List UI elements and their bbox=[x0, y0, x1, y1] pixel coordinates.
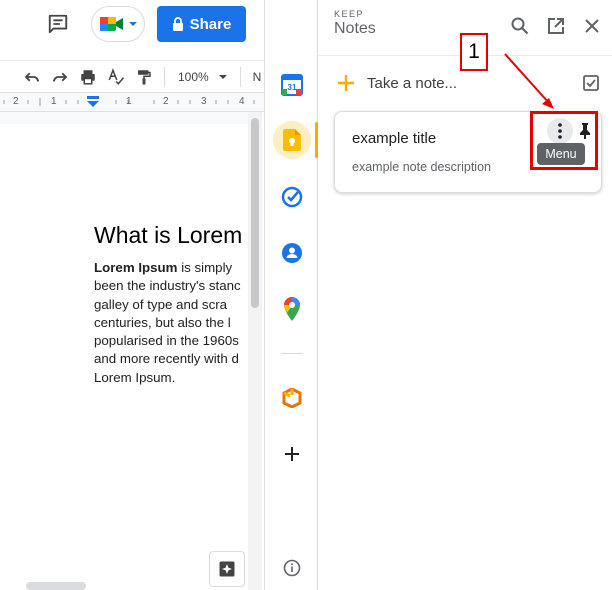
body-line: galley of type and scra bbox=[94, 296, 228, 312]
rail-office-addon[interactable] bbox=[273, 379, 311, 417]
take-note-input[interactable]: Take a note... bbox=[334, 68, 606, 98]
annotation-highlight-box bbox=[530, 111, 598, 170]
style-select[interactable]: N bbox=[250, 65, 264, 89]
zoom-select[interactable]: 100% bbox=[172, 65, 232, 89]
comment-icon bbox=[48, 14, 68, 34]
keep-panel: KEEP Notes Take a note... example title … bbox=[318, 0, 612, 590]
rail-info-button[interactable] bbox=[273, 549, 311, 587]
scrollbar-thumb[interactable] bbox=[251, 118, 259, 308]
indent-marker-icon[interactable] bbox=[86, 96, 100, 108]
rail-tasks[interactable] bbox=[273, 178, 311, 216]
take-note-placeholder: Take a note... bbox=[367, 74, 458, 92]
body-line: Lorem Ipsum. bbox=[94, 369, 176, 385]
annotation-step-number: 1 bbox=[460, 33, 488, 71]
body-line: and more recently with d bbox=[94, 351, 239, 367]
tasks-icon bbox=[281, 186, 303, 208]
ruler-label: 2 bbox=[13, 96, 19, 107]
document-heading: What is Lorem bbox=[94, 222, 243, 248]
keep-app-label: KEEP bbox=[334, 9, 365, 19]
ruler-label: 4 bbox=[239, 96, 245, 107]
rail-calendar[interactable]: 31 bbox=[273, 66, 311, 104]
horizontal-scrollbar-thumb[interactable] bbox=[26, 582, 86, 590]
keep-panel-title: Notes bbox=[334, 20, 376, 37]
body-line: popularised in the 1960s bbox=[94, 333, 239, 349]
keep-icon bbox=[283, 129, 301, 151]
paint-format-icon bbox=[138, 70, 151, 85]
paint-format-button[interactable] bbox=[132, 65, 156, 89]
undo-icon bbox=[24, 72, 39, 82]
contacts-icon bbox=[282, 243, 302, 263]
docs-area: Share 100% N 2 1 1 2 3 4 What is Lorem L… bbox=[0, 0, 264, 590]
toolbar-divider bbox=[240, 67, 241, 87]
office-addon-icon bbox=[282, 388, 302, 408]
note-title: example title bbox=[352, 130, 437, 147]
chevron-down-icon bbox=[128, 22, 137, 26]
docs-toolbar: 100% N bbox=[0, 60, 264, 92]
ruler-label: 1 bbox=[126, 96, 132, 107]
rail-maps[interactable] bbox=[273, 290, 311, 328]
ruler[interactable]: 2 1 1 2 3 4 bbox=[0, 92, 264, 112]
side-panel-rail: 31 bbox=[264, 0, 319, 590]
redo-button[interactable] bbox=[48, 65, 72, 89]
chevron-down-icon bbox=[219, 75, 227, 79]
ruler-label: 3 bbox=[201, 96, 207, 107]
checkbox-icon bbox=[583, 75, 599, 91]
rail-add-button[interactable] bbox=[273, 435, 311, 473]
docs-header: Share bbox=[0, 0, 264, 56]
ruler-ticks bbox=[3, 98, 255, 106]
spellcheck-button[interactable] bbox=[104, 65, 128, 89]
comment-history-button[interactable] bbox=[44, 10, 72, 38]
spellcheck-icon bbox=[108, 68, 125, 85]
meet-button[interactable] bbox=[91, 6, 145, 42]
meet-icon bbox=[99, 17, 123, 31]
open-in-new-icon bbox=[548, 18, 564, 34]
style-value: N bbox=[252, 70, 262, 84]
ruler-label: 2 bbox=[163, 96, 169, 107]
keep-close-button[interactable] bbox=[578, 12, 606, 40]
share-button[interactable]: Share bbox=[157, 6, 246, 42]
add-icon bbox=[285, 447, 299, 461]
body-line: Lorem Ipsum is simply bbox=[94, 260, 233, 275]
sparkle-icon bbox=[219, 561, 235, 577]
keep-search-button[interactable] bbox=[506, 12, 534, 40]
share-label: Share bbox=[189, 15, 232, 33]
print-icon bbox=[81, 70, 95, 85]
explore-button[interactable] bbox=[209, 551, 245, 587]
document-body: Lorem Ipsum is simply been the industry'… bbox=[94, 259, 264, 387]
body-line: been the industry's stanc bbox=[94, 278, 241, 294]
plus-icon bbox=[334, 71, 358, 95]
close-icon bbox=[585, 19, 599, 33]
lock-icon bbox=[172, 17, 183, 31]
toolbar-divider bbox=[164, 67, 165, 87]
rail-keep[interactable] bbox=[273, 121, 311, 159]
maps-icon bbox=[284, 297, 300, 321]
print-button[interactable] bbox=[76, 65, 100, 89]
undo-button[interactable] bbox=[20, 65, 44, 89]
calendar-icon: 31 bbox=[281, 74, 303, 96]
rail-contacts[interactable] bbox=[273, 234, 311, 272]
zoom-value: 100% bbox=[178, 70, 209, 84]
calendar-date: 31 bbox=[288, 83, 297, 92]
note-description: example note description bbox=[352, 160, 491, 174]
ruler-label: 1 bbox=[51, 96, 57, 107]
search-icon bbox=[511, 17, 529, 35]
body-line: centuries, but also the l bbox=[94, 314, 231, 330]
new-list-button[interactable] bbox=[581, 73, 601, 93]
info-icon bbox=[283, 559, 301, 577]
vertical-scrollbar[interactable] bbox=[248, 112, 262, 590]
rail-divider bbox=[281, 353, 303, 354]
keep-open-in-new-tab-button[interactable] bbox=[542, 12, 570, 40]
redo-icon bbox=[53, 72, 68, 82]
